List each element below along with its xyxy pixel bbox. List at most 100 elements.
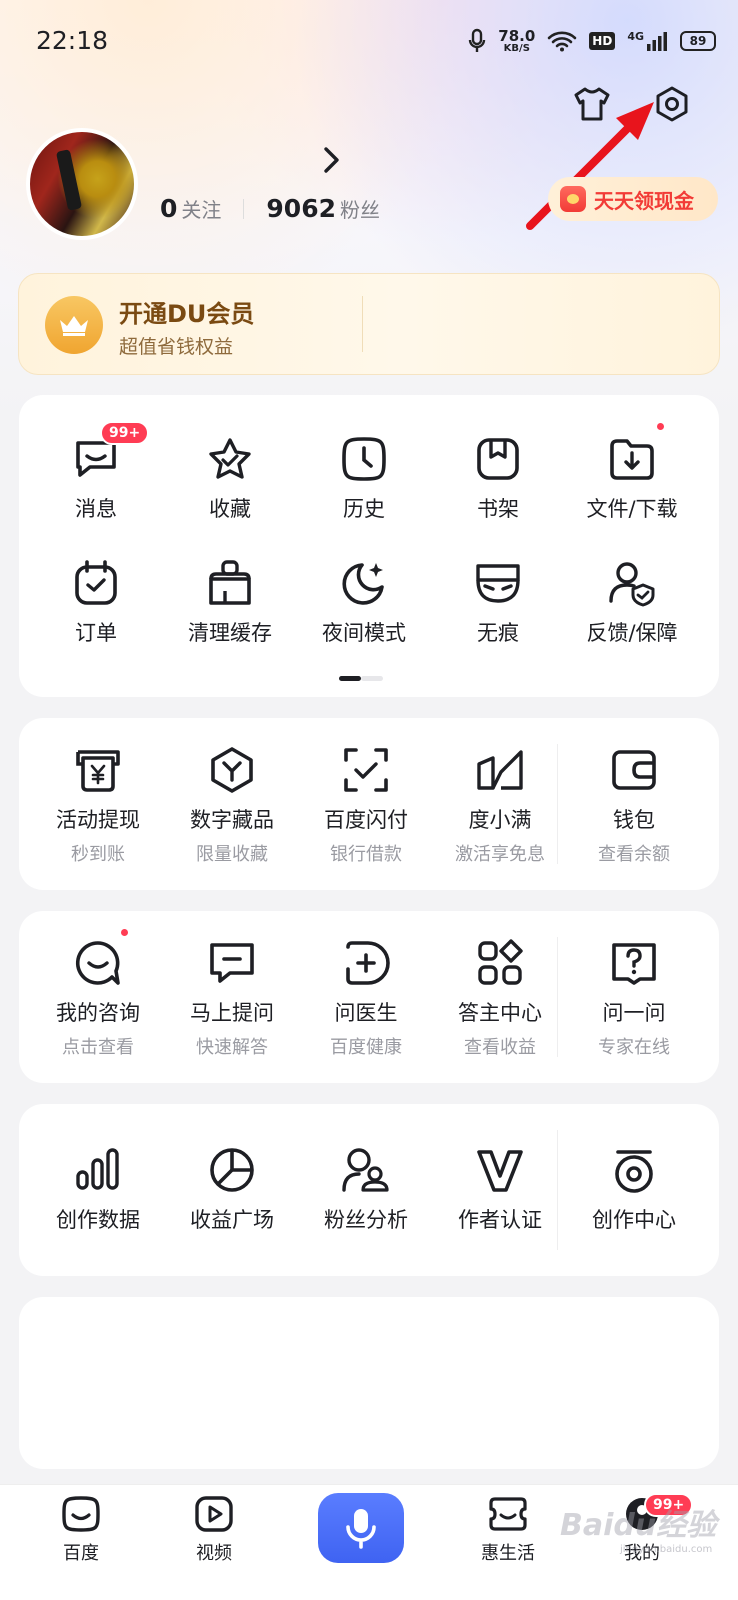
finance-row: 活动提现 秒到账 数字藏品 限量收藏 百度闪付 银行借款 度小满 激活享免息 钱… xyxy=(31,744,731,866)
status-time: 22:18 xyxy=(36,26,109,55)
doctor-plus-icon xyxy=(340,937,392,989)
grid-item-clear-cache[interactable]: 清理缓存 xyxy=(163,557,297,647)
follow-label: 关注 xyxy=(181,198,222,222)
microphone-icon xyxy=(346,1509,376,1549)
user-shield-icon xyxy=(606,557,658,609)
grid-item-label: 消息 xyxy=(75,497,117,521)
nav-label: 惠生活 xyxy=(481,1543,535,1564)
profile-chevron-icon[interactable] xyxy=(322,145,342,175)
yuan-atm-icon xyxy=(72,744,124,796)
fans-stat[interactable]: 9062 粉丝 xyxy=(266,194,380,223)
speed-value: 78.0 xyxy=(498,26,536,45)
signal-icon: 4G xyxy=(627,30,668,52)
finance-item-nft[interactable]: 数字藏品 限量收藏 xyxy=(165,744,299,866)
consult-dot xyxy=(119,927,130,938)
consult-sub: 快速解答 xyxy=(196,1037,268,1058)
hexagon-y-icon xyxy=(206,744,258,796)
nav-item-baidu[interactable]: 百度 xyxy=(41,1495,121,1565)
stat-divider xyxy=(243,198,245,219)
finance-item-cashout[interactable]: 活动提现 秒到账 xyxy=(31,744,165,866)
finance-divider xyxy=(557,744,558,864)
creator-item-center[interactable]: 创作中心 xyxy=(567,1144,701,1234)
consult-label: 答主中心 xyxy=(458,1001,542,1025)
downloads-dot xyxy=(655,421,666,432)
consult-card: 我的咨询 点击查看 马上提问 快速解答 问医生 百度健康 答主中心 查看收益 问… xyxy=(19,911,719,1083)
consult-sub: 百度健康 xyxy=(330,1037,402,1058)
creator-item-data[interactable]: 创作数据 xyxy=(31,1144,165,1234)
consult-item-ask-expert[interactable]: 问一问 专家在线 xyxy=(567,937,701,1059)
grid-item-orders[interactable]: 订单 xyxy=(29,557,163,647)
hd-icon: HD xyxy=(589,32,616,50)
consult-item-doctor[interactable]: 问医生 百度健康 xyxy=(299,937,433,1059)
consult-divider xyxy=(557,937,558,1057)
grid-item-label: 收藏 xyxy=(209,497,251,521)
grid-item-feedback[interactable]: 反馈/保障 xyxy=(565,557,699,647)
voice-search-button[interactable] xyxy=(318,1493,404,1563)
quick-row-2: 订单 清理缓存 夜间模式 无痕 反馈/保障 xyxy=(29,557,729,647)
video-play-icon xyxy=(195,1496,233,1532)
nav-label: 百度 xyxy=(63,1543,99,1564)
finance-sub: 秒到账 xyxy=(71,844,125,865)
apps-grid-icon xyxy=(474,937,526,989)
vip-subtitle: 超值省钱权益 xyxy=(119,336,234,358)
creator-item-fans[interactable]: 粉丝分析 xyxy=(299,1144,433,1234)
consult-item-my-consult[interactable]: 我的咨询 点击查看 xyxy=(31,927,165,1059)
creator-label: 粉丝分析 xyxy=(324,1208,408,1232)
wallet-icon xyxy=(608,744,660,796)
fans-icon xyxy=(340,1144,392,1196)
fans-label: 粉丝 xyxy=(340,198,380,222)
grid-item-incognito[interactable]: 无痕 xyxy=(431,557,565,647)
follow-stat[interactable]: 0 关注 xyxy=(160,194,221,223)
grid-item-downloads[interactable]: 文件/下载 xyxy=(565,421,699,523)
grid-item-night-mode[interactable]: 夜间模式 xyxy=(297,557,431,647)
grid-item-bookshelf[interactable]: 书架 xyxy=(431,433,565,523)
wifi-icon xyxy=(547,30,577,52)
star-icon xyxy=(204,433,256,485)
nav-item-life[interactable]: 惠生活 xyxy=(468,1495,548,1565)
consult-item-answer-center[interactable]: 答主中心 查看收益 xyxy=(433,937,567,1059)
creator-divider xyxy=(557,1130,558,1250)
chat-minus-icon xyxy=(206,937,258,989)
moon-icon xyxy=(338,557,390,609)
duxiaoman-icon xyxy=(474,744,526,796)
finance-item-duxiaoman[interactable]: 度小满 激活享免息 xyxy=(433,744,567,866)
nav-label: 视频 xyxy=(196,1543,232,1564)
creator-item-earnings[interactable]: 收益广场 xyxy=(165,1144,299,1234)
finance-item-wallet[interactable]: 钱包 查看余额 xyxy=(567,744,701,866)
finance-item-quickpay[interactable]: 百度闪付 银行借款 xyxy=(299,744,433,866)
daily-cash-button[interactable]: 天天领现金 xyxy=(548,177,718,221)
quick-tools-card: 99+ 消息 收藏 历史 书架 文件/下载 订单 清理缓存 夜间模式 无痕 反馈… xyxy=(19,395,719,697)
finance-sub: 激活享免息 xyxy=(455,844,545,865)
grid-item-favorites[interactable]: 收藏 xyxy=(163,433,297,523)
grid-item-label: 书架 xyxy=(477,497,519,521)
creator-row: 创作数据 收益广场 粉丝分析 作者认证 创作中心 xyxy=(31,1144,731,1234)
consult-item-ask-now[interactable]: 马上提问 快速解答 xyxy=(165,937,299,1059)
finance-label: 度小满 xyxy=(468,808,532,832)
vip-title: 开通DU会员 xyxy=(119,300,255,328)
grid-item-label: 订单 xyxy=(75,621,117,645)
watermark-url: jingyan.baidu.com xyxy=(620,1544,713,1555)
fans-count: 9062 xyxy=(266,194,336,223)
finance-sub: 查看余额 xyxy=(598,844,670,865)
vip-divider xyxy=(362,296,363,352)
page-indicator xyxy=(339,676,383,681)
finance-label: 百度闪付 xyxy=(324,808,408,832)
vip-banner[interactable]: 开通DU会员 超值省钱权益 xyxy=(18,273,720,375)
finance-label: 数字藏品 xyxy=(190,808,274,832)
profile-stats: 0 关注 9062 粉丝 xyxy=(160,194,380,223)
grid-item-messages[interactable]: 99+ 消息 xyxy=(29,421,163,523)
nav-item-video[interactable]: 视频 xyxy=(174,1495,254,1565)
avatar[interactable] xyxy=(26,128,138,240)
creator-card: 创作数据 收益广场 粉丝分析 作者认证 创作中心 xyxy=(19,1104,719,1276)
creator-label: 作者认证 xyxy=(458,1208,542,1232)
consult-sub: 点击查看 xyxy=(62,1037,134,1058)
grid-item-label: 无痕 xyxy=(477,621,519,645)
creator-item-verify[interactable]: 作者认证 xyxy=(433,1144,567,1234)
message-icon: 99+ xyxy=(70,421,150,485)
network-speed: 78.0 KB/S xyxy=(498,26,536,54)
v-badge-icon xyxy=(474,1144,526,1196)
grid-item-history[interactable]: 历史 xyxy=(297,433,431,523)
calendar-check-icon xyxy=(70,557,122,609)
finance-card: 活动提现 秒到账 数字藏品 限量收藏 百度闪付 银行借款 度小满 激活享免息 钱… xyxy=(19,718,719,890)
microphone-status-icon xyxy=(468,28,486,54)
